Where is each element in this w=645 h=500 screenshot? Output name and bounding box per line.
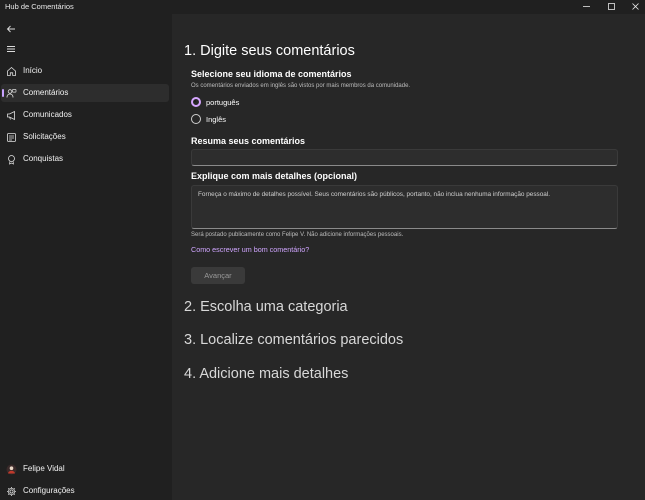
feedback-hub-window: Hub de Comentários Início Comentários Co… xyxy=(0,0,645,500)
language-hint: Os comentários enviados em inglês são vi… xyxy=(191,83,411,89)
radio-ingles[interactable]: Inglês xyxy=(191,113,311,125)
radio-portugues[interactable]: português xyxy=(191,96,311,108)
sidebar-item-profile[interactable]: Felipe Vidal xyxy=(1,460,169,478)
sidebar-item-comentarios[interactable]: Comentários xyxy=(1,84,169,102)
sidebar-item-label: Felipe Vidal xyxy=(23,464,65,473)
sidebar-item-label: Solicitações xyxy=(23,132,66,141)
selection-indicator xyxy=(2,89,4,97)
radio-circle xyxy=(191,114,201,124)
trophy-icon xyxy=(5,153,17,165)
minimize-button[interactable] xyxy=(573,0,599,13)
step1-title: 1. Digite seus comentários xyxy=(184,43,355,59)
list-icon xyxy=(5,131,17,143)
close-icon xyxy=(631,3,639,10)
language-label: Selecione seu idioma de comentários xyxy=(191,69,352,79)
menu-button[interactable] xyxy=(3,41,19,57)
avatar xyxy=(5,463,17,475)
details-placeholder: Forneça o máximo de detalhes possível. S… xyxy=(198,191,551,198)
sidebar-item-label: Comunicados xyxy=(23,110,72,119)
close-button[interactable] xyxy=(622,0,645,13)
back-arrow-icon xyxy=(6,25,15,33)
radio-circle xyxy=(191,97,201,107)
back-button[interactable] xyxy=(3,21,19,37)
sidebar-item-inicio[interactable]: Início xyxy=(1,62,169,80)
details-label: Explique com mais detalhes (opcional) xyxy=(191,171,358,181)
main-content: 1. Digite seus comentários Selecione seu… xyxy=(172,14,645,500)
megaphone-icon xyxy=(5,109,17,121)
step4-title[interactable]: 4. Adicione mais detalhes xyxy=(184,366,348,382)
hamburger-menu-icon xyxy=(7,46,15,52)
title-bar: Hub de Comentários xyxy=(0,0,645,14)
step3-title[interactable]: 3. Localize comentários parecidos xyxy=(184,332,403,348)
sidebar-item-label: Configurações xyxy=(23,486,75,495)
summary-label: Resuma seus comentários xyxy=(191,136,306,146)
sidebar-item-conquistas[interactable]: Conquistas xyxy=(1,150,169,168)
advance-button[interactable]: Avançar xyxy=(191,267,245,284)
radio-label: Inglês xyxy=(206,114,227,124)
gear-icon xyxy=(5,485,17,497)
public-note: Será postado publicamente como Felipe V.… xyxy=(191,232,404,238)
app-title: Hub de Comentários xyxy=(5,2,74,11)
maximize-button[interactable] xyxy=(598,0,624,13)
sidebar-item-configuracoes[interactable]: Configurações xyxy=(1,482,169,500)
sidebar-item-solicitacoes[interactable]: Solicitações xyxy=(1,128,169,146)
minimize-icon xyxy=(582,6,590,7)
sidebar-item-label: Comentários xyxy=(23,88,69,97)
maximize-icon xyxy=(607,3,615,10)
help-link[interactable]: Como escrever um bom comentário? xyxy=(191,245,309,254)
sidebar-item-comunicados[interactable]: Comunicados xyxy=(1,106,169,124)
step2-title[interactable]: 2. Escolha uma categoria xyxy=(184,299,348,315)
sidebar: Início Comentários Comunicados Solicitaç… xyxy=(0,14,172,500)
people-feedback-icon xyxy=(5,87,17,99)
details-textarea[interactable]: Forneça o máximo de detalhes possível. S… xyxy=(191,185,618,229)
radio-label: português xyxy=(206,97,240,107)
sidebar-item-label: Conquistas xyxy=(23,154,64,163)
sidebar-item-label: Início xyxy=(23,66,43,75)
summary-input[interactable] xyxy=(191,149,618,166)
home-icon xyxy=(5,65,17,77)
